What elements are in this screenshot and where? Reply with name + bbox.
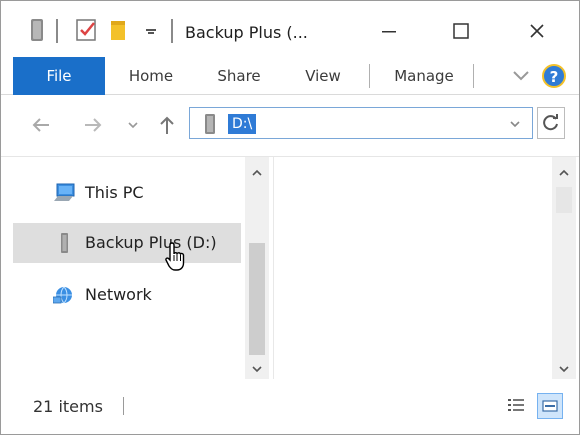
system-menu-icon[interactable] — [29, 18, 45, 42]
scroll-up-button[interactable] — [245, 161, 269, 185]
file-list-pane[interactable] — [273, 157, 579, 379]
nav-item-label: This PC — [85, 183, 144, 202]
tab-share[interactable]: Share — [207, 57, 271, 95]
status-separator — [123, 397, 124, 415]
chevron-up-icon — [252, 169, 262, 176]
properties-icon[interactable] — [75, 18, 99, 42]
close-icon — [530, 24, 544, 38]
ribbon-separator — [369, 64, 370, 88]
title-separator — [171, 19, 173, 43]
title-separator — [56, 19, 58, 43]
network-icon — [53, 286, 72, 304]
content-scrollbar[interactable] — [552, 157, 576, 379]
tab-file[interactable]: File — [13, 57, 105, 95]
refresh-icon — [543, 114, 558, 131]
close-button[interactable] — [507, 13, 567, 49]
explorer-window: Backup Plus (... File Home Share View Ma… — [0, 0, 580, 435]
computer-icon — [54, 183, 75, 201]
chevron-up-icon — [559, 169, 569, 176]
maximize-icon — [453, 23, 469, 39]
expand-ribbon-icon[interactable] — [511, 69, 531, 83]
minimize-button[interactable] — [359, 13, 419, 49]
drive-icon — [61, 233, 68, 253]
nav-item-network[interactable]: Network — [13, 275, 241, 315]
nav-item-this-pc[interactable]: This PC — [13, 173, 241, 213]
scroll-thumb[interactable] — [249, 243, 265, 355]
help-icon[interactable]: ? — [541, 63, 567, 89]
large-icons-view-button[interactable] — [537, 393, 563, 419]
scroll-down-button[interactable] — [552, 357, 576, 381]
navigation-pane: This PC Backup Plus (D:) Network — [13, 157, 269, 379]
navigation-bar: D:\ — [1, 95, 579, 157]
scroll-up-button[interactable] — [552, 161, 576, 185]
maximize-button[interactable] — [431, 13, 491, 49]
nav-item-label: Network — [85, 285, 152, 304]
status-bar: 21 items — [1, 379, 579, 434]
large-icons-view-icon — [542, 400, 558, 412]
chevron-down-icon — [252, 366, 262, 373]
up-arrow-icon — [160, 116, 174, 134]
ribbon-separator — [473, 64, 474, 88]
ribbon-tabs: File Home Share View Manage ? — [1, 57, 579, 95]
item-count: 21 items — [33, 397, 103, 416]
refresh-button[interactable] — [537, 107, 565, 139]
details-view-icon — [508, 399, 524, 411]
back-button[interactable] — [27, 111, 55, 139]
customize-toolbar-icon[interactable] — [144, 18, 158, 42]
details-view-button[interactable] — [503, 393, 529, 419]
title-bar: Backup Plus (... — [1, 1, 579, 57]
window-title: Backup Plus (... — [185, 23, 308, 42]
scroll-down-button[interactable] — [245, 357, 269, 381]
tab-manage[interactable]: Manage — [381, 57, 467, 95]
scroll-thumb[interactable] — [556, 187, 572, 213]
address-path[interactable]: D:\ — [228, 114, 257, 134]
new-folder-icon[interactable] — [108, 18, 130, 42]
recent-locations-button[interactable] — [119, 111, 147, 139]
tab-home[interactable]: Home — [119, 57, 183, 95]
nav-pane-scrollbar[interactable] — [245, 157, 269, 379]
nav-item-backup-plus[interactable]: Backup Plus (D:) — [13, 223, 241, 263]
address-bar[interactable]: D:\ — [189, 107, 533, 139]
drive-icon — [205, 114, 215, 134]
hand-cursor-icon — [165, 242, 185, 271]
chevron-down-icon — [128, 122, 138, 129]
up-button[interactable] — [153, 111, 181, 139]
svg-text:?: ? — [550, 68, 559, 86]
chevron-down-icon — [559, 366, 569, 373]
forward-arrow-icon — [85, 118, 102, 132]
forward-button[interactable] — [79, 111, 107, 139]
back-arrow-icon — [32, 118, 49, 132]
minimize-icon — [382, 31, 396, 33]
chevron-down-icon[interactable] — [508, 117, 522, 131]
nav-item-label: Backup Plus (D:) — [85, 233, 217, 252]
tab-view[interactable]: View — [293, 57, 353, 95]
